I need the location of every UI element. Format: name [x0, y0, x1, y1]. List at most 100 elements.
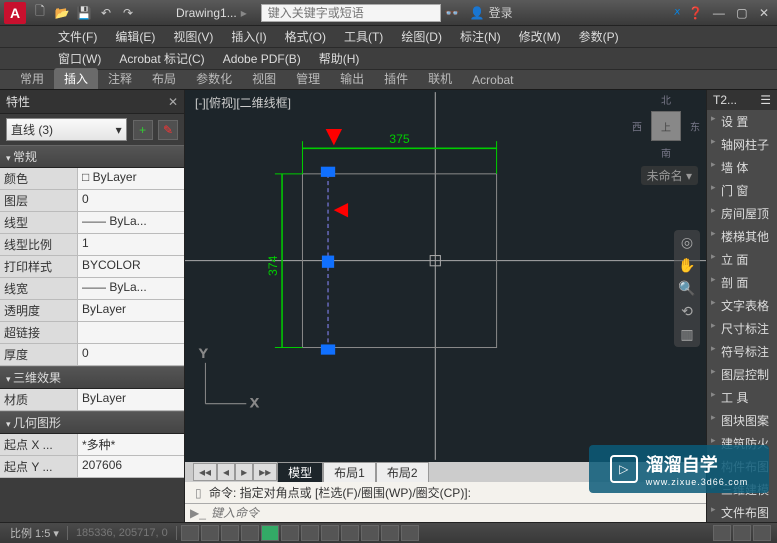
redo-icon[interactable]: ↷ — [120, 5, 136, 21]
tab-nav-button[interactable]: ◂◂ — [193, 463, 217, 481]
property-section-header[interactable]: 常规 — [0, 145, 184, 168]
command-arrow-icon[interactable]: ▶_ — [189, 506, 207, 520]
status-toggle[interactable] — [301, 525, 319, 541]
tab-nav-button[interactable]: ▸ — [235, 463, 253, 481]
add-selection-icon[interactable]: + — [133, 120, 153, 140]
status-toggle[interactable] — [733, 525, 751, 541]
menu-item[interactable]: 插入(I) — [223, 26, 274, 47]
undo-icon[interactable]: ↶ — [98, 5, 114, 21]
property-section-header[interactable]: 几何图形 — [0, 411, 184, 434]
panel-close-icon[interactable]: ✕ — [168, 95, 178, 109]
property-value[interactable]: ByLayer — [78, 389, 184, 411]
exchange-icon[interactable]: 🗴 — [673, 5, 682, 20]
status-toggle[interactable] — [181, 525, 199, 541]
ribbon-tab[interactable]: 参数化 — [186, 68, 242, 89]
status-toggle[interactable] — [281, 525, 299, 541]
property-value[interactable]: 207606 — [78, 456, 184, 478]
tab-nav-button[interactable]: ▸▸ — [253, 463, 277, 481]
menu-item[interactable]: 工具(T) — [336, 26, 391, 47]
property-value[interactable]: 0 — [78, 190, 184, 212]
menu-item[interactable]: 编辑(E) — [107, 26, 163, 47]
palette-item[interactable]: 房间屋顶 — [707, 202, 777, 225]
ribbon-tab[interactable]: 输出 — [330, 68, 374, 89]
menu-item[interactable]: 帮助(H) — [311, 48, 368, 69]
menu-item[interactable]: 标注(N) — [452, 26, 509, 47]
palette-close-icon[interactable]: ☰ — [760, 93, 771, 107]
property-value[interactable]: □ ByLayer — [78, 168, 184, 190]
menu-item[interactable]: 窗口(W) — [50, 48, 109, 69]
palette-item[interactable]: 工 具 — [707, 386, 777, 409]
tab-nav-button[interactable]: ◂ — [217, 463, 235, 481]
zoom-icon[interactable]: 🔍 — [678, 280, 695, 297]
status-toggle[interactable] — [321, 525, 339, 541]
status-toggle[interactable] — [241, 525, 259, 541]
close-icon[interactable]: ✕ — [755, 6, 773, 20]
menu-item[interactable]: 格式(O) — [277, 26, 334, 47]
menu-item[interactable]: 绘图(D) — [393, 26, 450, 47]
ribbon-tab[interactable]: Acrobat — [462, 71, 523, 89]
status-toggle[interactable] — [201, 525, 219, 541]
status-toggle[interactable] — [261, 525, 279, 541]
palette-item[interactable]: 尺寸标注 — [707, 317, 777, 340]
property-section-header[interactable]: 三维效果 — [0, 366, 184, 389]
palette-item[interactable]: 墙 体 — [707, 156, 777, 179]
palette-item[interactable]: 符号标注 — [707, 340, 777, 363]
palette-item[interactable]: 立 面 — [707, 248, 777, 271]
layout-tab[interactable]: 模型 — [277, 462, 323, 483]
property-value[interactable]: —— ByLa... — [78, 212, 184, 234]
app-logo[interactable]: A — [4, 2, 26, 24]
doc-dropdown-icon[interactable]: ▸ — [241, 6, 247, 20]
viewcube[interactable]: 北 南 东 西 上 — [636, 96, 696, 156]
property-value[interactable]: 1 — [78, 234, 184, 256]
minimize-icon[interactable]: — — [709, 6, 729, 20]
status-toggle[interactable] — [713, 525, 731, 541]
palette-item[interactable]: 轴网柱子 — [707, 133, 777, 156]
palette-item[interactable]: 图块图案 — [707, 409, 777, 432]
menu-item[interactable]: 视图(V) — [165, 26, 221, 47]
ribbon-tab[interactable]: 注释 — [98, 68, 142, 89]
palette-item[interactable]: 设 置 — [707, 110, 777, 133]
ribbon-tab[interactable]: 联机 — [418, 68, 462, 89]
help-icon[interactable]: ❓ — [688, 6, 703, 20]
property-value[interactable]: —— ByLa... — [78, 278, 184, 300]
navigation-bar[interactable]: ◎ ✋ 🔍 ⟲ ▥ — [674, 230, 700, 347]
property-value[interactable]: BYCOLOR — [78, 256, 184, 278]
maximize-icon[interactable]: ▢ — [732, 6, 751, 20]
palette-item[interactable]: 楼梯其他 — [707, 225, 777, 248]
palette-item[interactable]: 文字表格 — [707, 294, 777, 317]
menu-item[interactable]: 文件(F) — [50, 26, 105, 47]
menu-item[interactable]: Acrobat 标记(C) — [111, 48, 212, 69]
palette-item[interactable]: 剖 面 — [707, 271, 777, 294]
viewport-label[interactable]: [-][俯视][二维线框] — [195, 94, 291, 111]
pan-icon[interactable]: ✋ — [678, 257, 695, 274]
status-toggle[interactable] — [221, 525, 239, 541]
ribbon-tab[interactable]: 插入 — [54, 68, 98, 89]
save-icon[interactable]: 💾 — [76, 5, 92, 21]
menu-item[interactable]: Adobe PDF(B) — [215, 50, 309, 68]
unnamed-view-button[interactable]: 未命名 ▾ — [641, 166, 698, 185]
scale-dropdown[interactable]: 比例 1:5 ▾ — [6, 525, 63, 541]
property-value[interactable] — [78, 322, 184, 344]
selection-type-dropdown[interactable]: 直线 (3) ▾ — [6, 118, 127, 141]
status-toggle[interactable] — [753, 525, 771, 541]
login-button[interactable]: 👤 登录 — [470, 4, 513, 21]
palette-item[interactable]: 文件布图 — [707, 501, 777, 522]
property-value[interactable]: ByLayer — [78, 300, 184, 322]
orbit-icon[interactable]: ⟲ — [681, 303, 693, 320]
showmotion-icon[interactable]: ▥ — [680, 326, 693, 343]
status-toggle[interactable] — [401, 525, 419, 541]
status-toggle[interactable] — [341, 525, 359, 541]
ribbon-tab[interactable]: 常用 — [10, 68, 54, 89]
lock-icon[interactable]: ▯ — [191, 486, 209, 500]
layout-tab[interactable]: 布局1 — [323, 462, 376, 483]
new-icon[interactable]: 🗋 — [32, 5, 48, 21]
search-icon[interactable]: 👓 — [445, 6, 460, 20]
property-value[interactable]: 0 — [78, 344, 184, 366]
palette-item[interactable]: 图层控制 — [707, 363, 777, 386]
menu-item[interactable]: 修改(M) — [511, 26, 569, 47]
menu-item[interactable]: 参数(P) — [571, 26, 627, 47]
ribbon-tab[interactable]: 插件 — [374, 68, 418, 89]
open-icon[interactable]: 📂 — [54, 5, 70, 21]
layout-tab[interactable]: 布局2 — [376, 462, 429, 483]
steering-wheel-icon[interactable]: ◎ — [681, 234, 693, 251]
